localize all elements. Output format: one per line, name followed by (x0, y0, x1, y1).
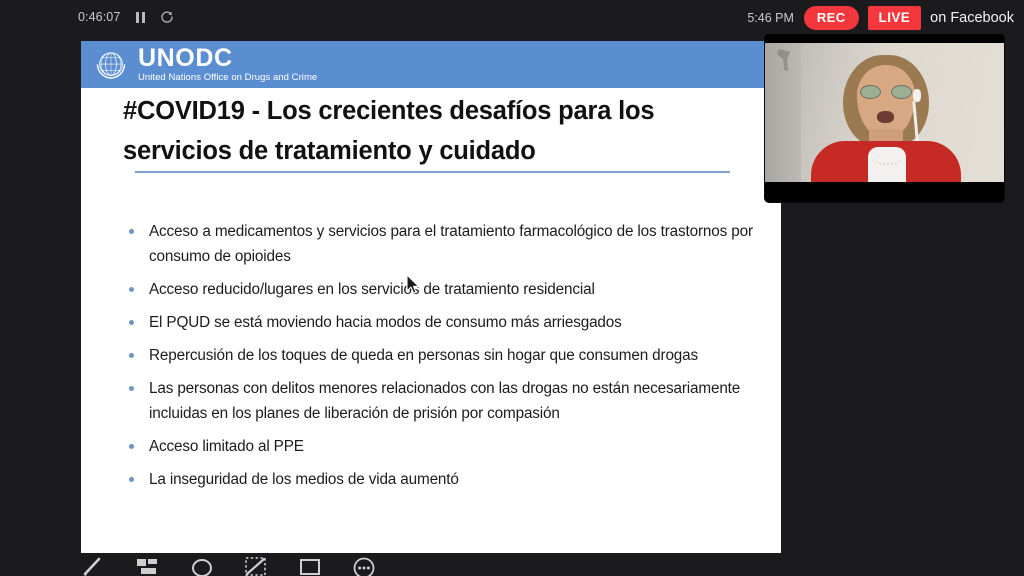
list-item: La inseguridad de los medios de vida aum… (101, 467, 771, 492)
restart-icon[interactable] (160, 10, 174, 24)
slide-title: #COVID19 - Los crecientes desafíos para … (123, 97, 655, 165)
pen-icon[interactable] (81, 556, 107, 576)
webcam-video-feed (765, 43, 1004, 182)
rectangle-icon[interactable] (297, 556, 323, 576)
slide-bullet-list: Acceso a medicamentos y servicios para e… (101, 219, 771, 500)
list-item: Las personas con delitos menores relacio… (101, 376, 771, 426)
crop-line-icon[interactable] (243, 556, 269, 576)
list-item: Acceso reducido/lugares en los servicios… (101, 277, 771, 302)
shared-slide[interactable]: UNODC United Nations Office on Drugs and… (81, 41, 781, 553)
unodc-subtitle: United Nations Office on Drugs and Crime (138, 72, 318, 83)
unodc-wordmark: UNODC United Nations Office on Drugs and… (138, 45, 317, 84)
live-status-group: 5:46 PM REC LIVE on Facebook (747, 5, 1016, 31)
wall-clock: 5:46 PM (747, 11, 794, 25)
un-emblem-icon (96, 51, 126, 79)
top-status-bar: 0:46:07 5:46 PM REC LIVE on Facebook (0, 0, 1024, 34)
list-item: Acceso a medicamentos y servicios para e… (101, 219, 771, 269)
slide-brand-header: UNODC United Nations Office on Drugs and… (81, 41, 781, 88)
annotation-toolbar (81, 556, 501, 576)
presenter-webcam[interactable] (765, 34, 1004, 202)
ellipse-icon[interactable] (189, 556, 215, 576)
shapes-icon[interactable] (135, 556, 161, 576)
title-underline-rule (135, 171, 730, 173)
recording-timer-group: 0:46:07 (78, 8, 174, 26)
list-item: El PQUD se está moviendo hacia modos de … (101, 310, 771, 335)
pause-icon[interactable] (133, 10, 147, 24)
elapsed-time: 0:46:07 (78, 10, 121, 24)
unodc-name: UNODC (138, 44, 233, 72)
list-item: Repercusión de los toques de queda en pe… (101, 343, 771, 368)
rec-badge: REC (803, 6, 859, 30)
more-options-icon[interactable] (351, 556, 377, 576)
list-item: Acceso limitado al PPE (101, 434, 771, 459)
streaming-platform-label: on Facebook (930, 10, 1014, 26)
live-badge: LIVE (867, 6, 922, 30)
